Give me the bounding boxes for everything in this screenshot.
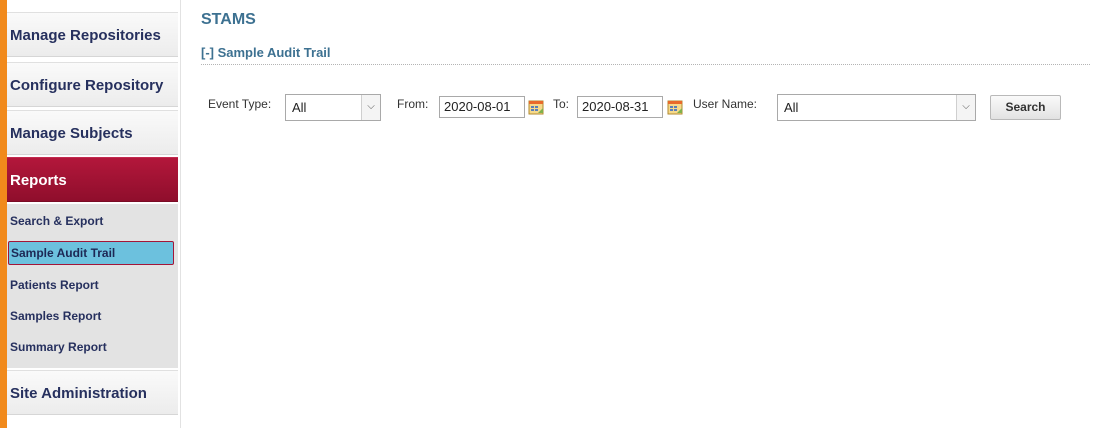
- user-name-value: All: [784, 100, 799, 115]
- calendar-icon[interactable]: [667, 99, 683, 115]
- page-title: STAMS: [201, 11, 256, 28]
- calendar-icon[interactable]: [528, 99, 544, 115]
- sidebar: Manage Repositories Configure Repository…: [0, 0, 181, 428]
- subnav-patients-report[interactable]: Patients Report: [8, 273, 174, 297]
- user-name-select[interactable]: All ⌵: [777, 94, 976, 121]
- to-label: To:: [553, 97, 570, 111]
- subnav-search-export[interactable]: Search & Export: [8, 209, 174, 233]
- event-type-select[interactable]: All ⌵: [285, 94, 381, 121]
- subnav-summary-report[interactable]: Summary Report: [8, 335, 174, 359]
- edge-bar: [0, 0, 7, 428]
- chevron-down-icon: ⌵: [956, 95, 975, 120]
- search-button[interactable]: Search: [990, 95, 1061, 120]
- subnav-samples-report[interactable]: Samples Report: [8, 304, 174, 328]
- section-divider: [201, 64, 1090, 65]
- section-toggle-sample-audit-trail[interactable]: [-] Sample Audit Trail: [201, 45, 331, 60]
- nav-manage-repositories[interactable]: Manage Repositories: [0, 12, 178, 57]
- to-date-input[interactable]: 2020-08-31: [577, 96, 663, 118]
- event-type-label: Event Type:: [208, 97, 272, 111]
- from-date-input[interactable]: 2020-08-01: [439, 96, 525, 118]
- event-type-value: All: [292, 100, 307, 115]
- subnav-sample-audit-trail[interactable]: Sample Audit Trail: [8, 241, 174, 265]
- nav-site-administration[interactable]: Site Administration: [0, 370, 178, 415]
- reports-submenu: Search & Export Sample Audit Trail Patie…: [0, 204, 178, 368]
- nav-manage-subjects[interactable]: Manage Subjects: [0, 110, 178, 155]
- from-label: From:: [397, 97, 429, 111]
- user-name-label: User Name:: [693, 97, 758, 111]
- nav-configure-repository[interactable]: Configure Repository: [0, 62, 178, 107]
- nav-reports[interactable]: Reports: [0, 157, 178, 202]
- chevron-down-icon: ⌵: [361, 95, 380, 120]
